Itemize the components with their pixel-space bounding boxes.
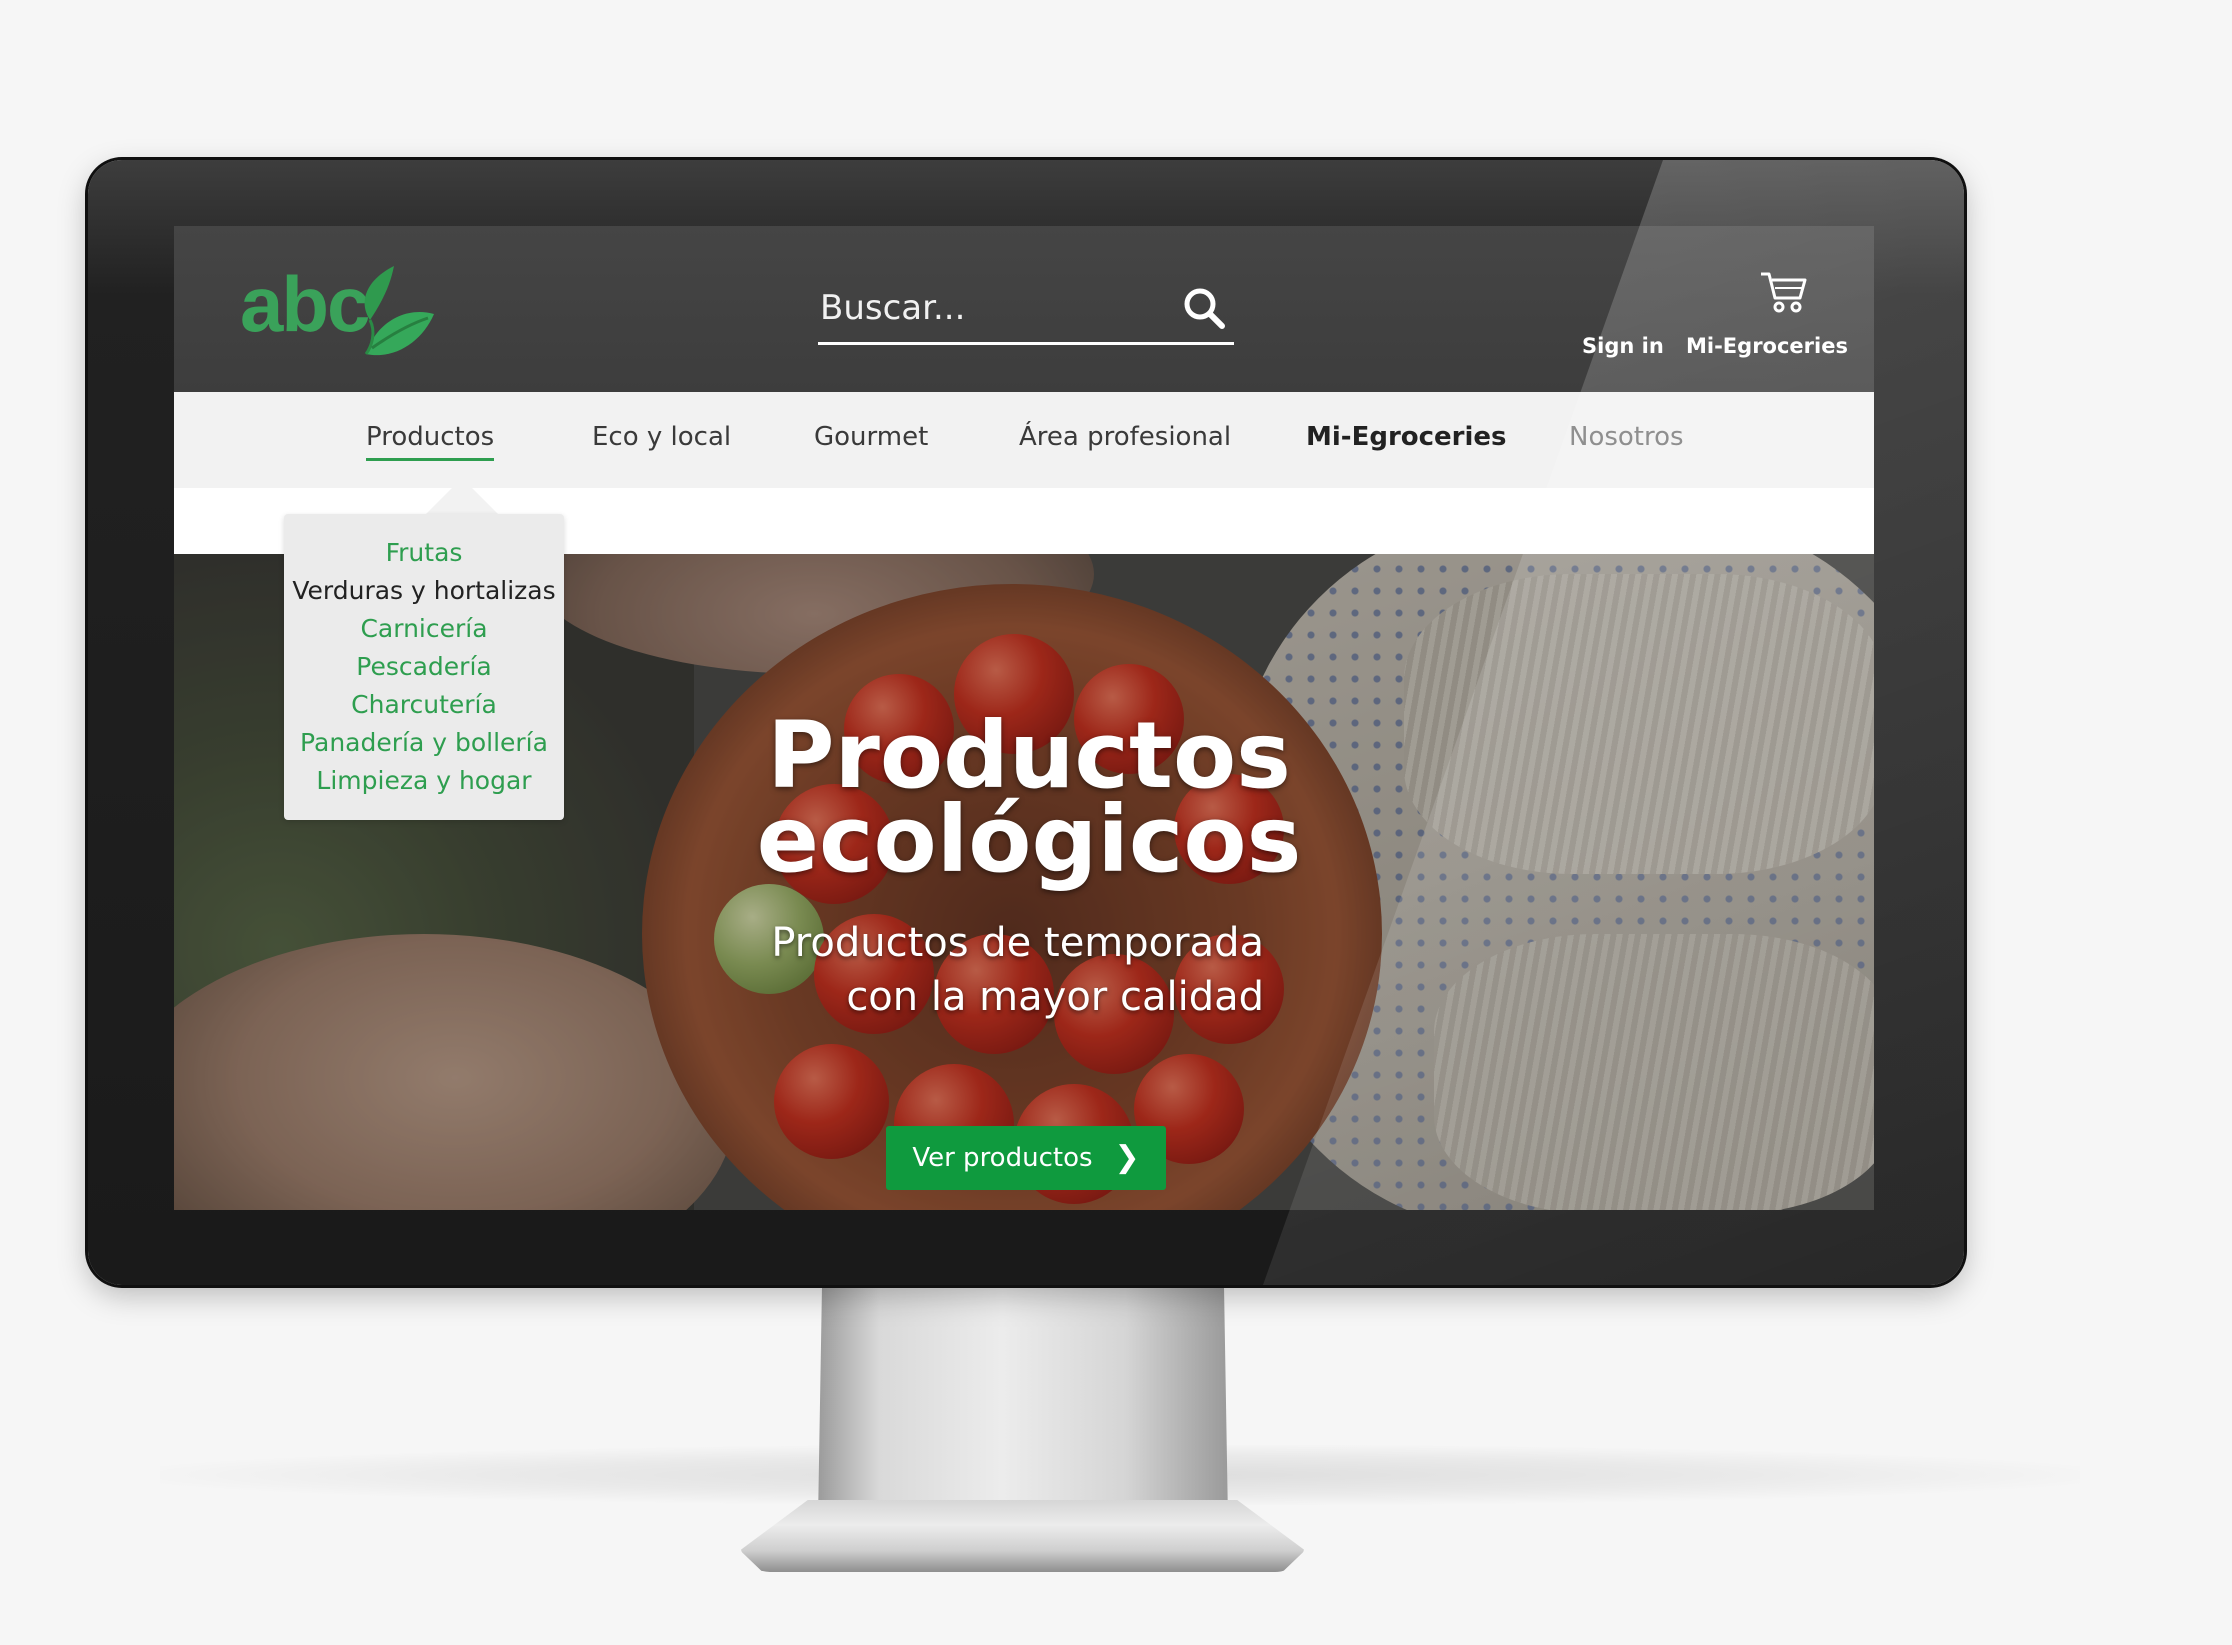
search-input[interactable]: [818, 280, 1162, 336]
sign-in-link[interactable]: Sign in: [1582, 334, 1664, 358]
dropdown-item-carniceria[interactable]: Carnicería: [284, 610, 564, 648]
search-icon[interactable]: [1180, 284, 1228, 332]
nav-item-eco-y-local[interactable]: Eco y local: [592, 422, 731, 452]
site-header: abc Sign in Mi-Egroceries: [174, 226, 1874, 392]
hero-subtitle: Productos de temporada con la mayor cali…: [704, 916, 1264, 1024]
dropdown-caret: [424, 478, 500, 516]
search-bar: [818, 276, 1234, 345]
nav-item-nosotros[interactable]: Nosotros: [1569, 422, 1684, 452]
hero-title-line-2: ecológicos: [756, 786, 1302, 893]
leaf-icon: [364, 266, 434, 356]
dropdown-item-panaderia-y-bolleria[interactable]: Panadería y bollería: [284, 724, 564, 762]
monitor-stand-neck: [818, 1280, 1228, 1520]
monitor-screen: abc Sign in Mi-Egroceries Producto: [174, 226, 1874, 1210]
nav-item-mi-egroceries[interactable]: Mi-Egroceries: [1306, 422, 1507, 452]
dropdown-item-pescaderia[interactable]: Pescadería: [284, 648, 564, 686]
view-products-label: Ver productos: [912, 1143, 1093, 1173]
dropdown-item-charcuteria[interactable]: Charcutería: [284, 686, 564, 724]
dropdown-item-limpieza-y-hogar[interactable]: Limpieza y hogar: [284, 762, 564, 800]
account-link[interactable]: Mi-Egroceries: [1686, 334, 1848, 358]
chevron-right-icon: ❯: [1114, 1140, 1140, 1175]
site-logo[interactable]: abc: [240, 260, 440, 360]
cart-icon[interactable]: [1758, 268, 1810, 316]
nav-item-gourmet[interactable]: Gourmet: [814, 422, 928, 452]
dropdown-item-frutas[interactable]: Frutas: [284, 534, 564, 572]
dropdown-list: Frutas Verduras y hortalizas Carnicería …: [284, 514, 564, 800]
view-products-button[interactable]: Ver productos ❯: [886, 1126, 1166, 1190]
monitor-stand-base: [740, 1500, 1305, 1572]
dropdown-item-verduras-y-hortalizas[interactable]: Verduras y hortalizas: [284, 572, 564, 610]
productos-dropdown-menu: Frutas Verduras y hortalizas Carnicería …: [284, 514, 564, 820]
main-nav: Productos Eco y local Gourmet Área profe…: [174, 392, 1874, 488]
hero-subtitle-line-2: con la mayor calidad: [846, 974, 1264, 1020]
nav-item-productos[interactable]: Productos: [366, 422, 495, 461]
hero-subtitle-line-1: Productos de temporada: [771, 920, 1264, 966]
nav-item-area-profesional[interactable]: Área profesional: [1019, 422, 1231, 452]
